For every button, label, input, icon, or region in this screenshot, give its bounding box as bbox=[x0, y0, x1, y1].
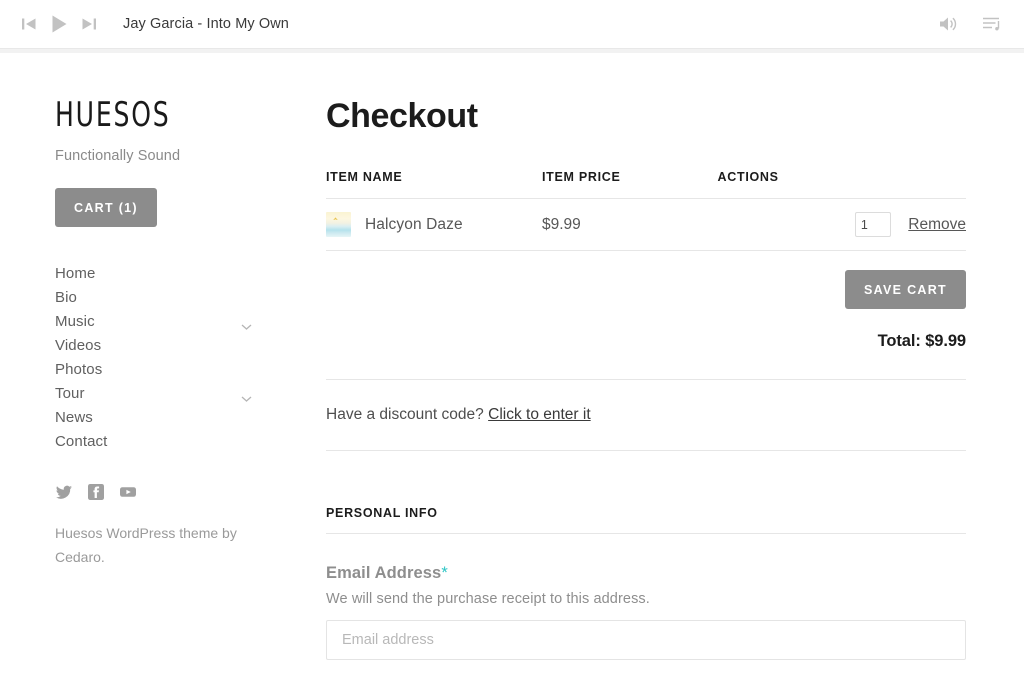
cart-button[interactable]: CART (1) bbox=[55, 188, 157, 227]
player-transport-controls bbox=[15, 11, 103, 37]
table-row: Halcyon Daze $9.99 Remove bbox=[326, 198, 966, 252]
cart-table-head: ITEM NAME ITEM PRICE ACTIONS bbox=[326, 170, 966, 200]
skip-next-icon[interactable] bbox=[75, 12, 103, 36]
nav-label: Home bbox=[55, 264, 96, 282]
nav-label: Contact bbox=[55, 432, 108, 450]
column-header-item-name: ITEM NAME bbox=[326, 170, 542, 200]
email-label-text: Email Address bbox=[326, 564, 442, 583]
nav-label: Bio bbox=[55, 288, 77, 306]
youtube-icon[interactable] bbox=[119, 483, 137, 501]
play-icon[interactable] bbox=[43, 11, 75, 37]
chevron-down-icon[interactable] bbox=[241, 318, 252, 330]
cart-table-body: Halcyon Daze $9.99 Remove bbox=[326, 198, 966, 252]
nav-item-tour[interactable]: Tour bbox=[55, 381, 270, 405]
email-field-block: Email Address* We will send the purchase… bbox=[326, 564, 966, 661]
discount-code-link[interactable]: Click to enter it bbox=[488, 406, 591, 423]
skip-previous-icon[interactable] bbox=[15, 12, 43, 36]
playlist-icon[interactable] bbox=[980, 12, 1004, 36]
cart-total: Total: $9.99 bbox=[877, 332, 966, 351]
sidebar: HUESOS Functionally Sound CART (1) Home … bbox=[55, 98, 270, 569]
nav-item-music[interactable]: Music bbox=[55, 309, 270, 333]
item-name-label[interactable]: Halcyon Daze bbox=[365, 216, 463, 234]
nav-item-home[interactable]: Home bbox=[55, 261, 270, 285]
cart-table: ITEM NAME ITEM PRICE ACTIONS Halcyon Daz… bbox=[326, 170, 966, 252]
discount-code-block: Have a discount code? Click to enter it bbox=[326, 379, 966, 452]
nav-label: Tour bbox=[55, 384, 85, 402]
column-header-item-price: ITEM PRICE bbox=[542, 170, 718, 200]
page-body: HUESOS Functionally Sound CART (1) Home … bbox=[0, 53, 1024, 700]
theme-colophon: Huesos WordPress theme by Cedaro. bbox=[55, 525, 237, 566]
nav-label: News bbox=[55, 408, 93, 426]
cell-actions: Remove bbox=[717, 198, 966, 252]
nav-item-contact[interactable]: Contact bbox=[55, 429, 270, 453]
volume-icon[interactable] bbox=[936, 12, 960, 36]
album-thumbnail bbox=[326, 212, 351, 238]
site-tagline: Functionally Sound bbox=[55, 148, 181, 164]
column-header-actions: ACTIONS bbox=[717, 170, 966, 200]
main-navigation: Home Bio Music Videos Photos Tour News C… bbox=[55, 261, 270, 453]
cart-footer: SAVE CART Total: $9.99 bbox=[326, 270, 966, 351]
cell-item-price: $9.99 bbox=[542, 198, 718, 252]
email-field-label: Email Address* bbox=[326, 564, 966, 583]
site-logo[interactable]: HUESOS bbox=[55, 98, 231, 132]
nav-label: Videos bbox=[55, 336, 102, 354]
nav-item-photos[interactable]: Photos bbox=[55, 357, 270, 381]
nav-item-bio[interactable]: Bio bbox=[55, 285, 270, 309]
cart-table-header-row: ITEM NAME ITEM PRICE ACTIONS bbox=[326, 170, 966, 200]
twitter-icon[interactable] bbox=[55, 483, 73, 501]
audio-player-bar: Jay Garcia - Into My Own bbox=[0, 0, 1024, 49]
email-field[interactable] bbox=[326, 620, 966, 661]
social-links bbox=[55, 483, 270, 501]
nav-label: Music bbox=[55, 312, 95, 330]
discount-prompt: Have a discount code? bbox=[326, 406, 484, 424]
required-marker: * bbox=[441, 564, 448, 583]
remove-item-link[interactable]: Remove bbox=[908, 216, 966, 233]
personal-info-heading: PERSONAL INFO bbox=[326, 506, 966, 535]
main-content: Checkout ITEM NAME ITEM PRICE ACTIONS Ha… bbox=[326, 97, 966, 661]
email-field-description: We will send the purchase receipt to thi… bbox=[326, 591, 650, 608]
item-price-label: $9.99 bbox=[542, 215, 581, 233]
quantity-stepper[interactable] bbox=[854, 212, 891, 238]
save-cart-button[interactable]: SAVE CART bbox=[844, 270, 966, 310]
facebook-icon[interactable] bbox=[87, 483, 105, 501]
nav-label: Photos bbox=[55, 360, 103, 378]
page-title: Checkout bbox=[326, 97, 478, 135]
chevron-down-icon[interactable] bbox=[241, 390, 252, 402]
cell-item-name: Halcyon Daze bbox=[326, 198, 542, 252]
player-right-controls bbox=[936, 12, 1004, 36]
nav-item-videos[interactable]: Videos bbox=[55, 333, 270, 357]
now-playing-title: Jay Garcia - Into My Own bbox=[123, 16, 289, 32]
nav-item-news[interactable]: News bbox=[55, 405, 270, 429]
